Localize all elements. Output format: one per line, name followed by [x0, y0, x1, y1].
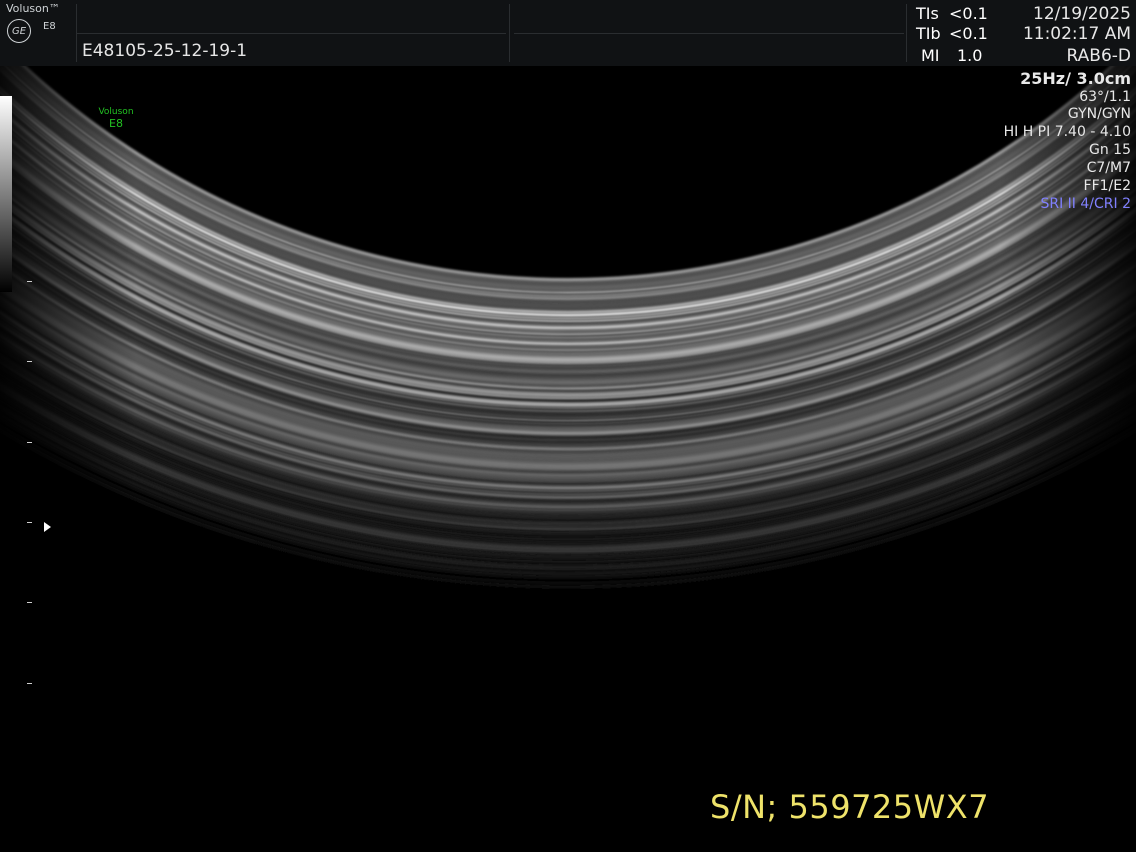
depth-tick — [27, 521, 32, 523]
brand-name: Voluson™ — [6, 2, 60, 15]
depth-tick — [27, 441, 32, 443]
watermark-model: E8 — [109, 117, 123, 130]
ge-logo-icon: GE — [7, 19, 31, 43]
index-value-tis: <0.1 — [949, 4, 988, 23]
index-label-mi: MI — [921, 46, 940, 65]
index-value-tib: <0.1 — [949, 24, 988, 43]
index-value-mi: 1.0 — [957, 46, 983, 65]
index-label-tis: TIs — [916, 4, 939, 23]
param-sri: SRI II 4/CRI 2 — [1040, 196, 1131, 212]
param-gain: Gn 15 — [1089, 142, 1131, 158]
param-cm: C7/M7 — [1086, 160, 1131, 176]
header-divider — [76, 4, 77, 62]
header-divider — [76, 33, 506, 34]
param-frame-depth: 25Hz/ 3.0cm — [1020, 69, 1131, 88]
depth-tick — [27, 281, 32, 282]
header-divider — [906, 4, 907, 62]
exam-date: 12/19/2025 — [1033, 4, 1131, 24]
serial-number: S/N; 559725WX7 — [710, 788, 990, 826]
model-label: E8 — [43, 21, 56, 32]
param-angle: 63°/1.1 — [1079, 89, 1131, 105]
depth-tick — [27, 361, 32, 363]
header-divider — [514, 33, 904, 34]
edge-shadow — [0, 66, 1136, 852]
ultrasound-image[interactable] — [0, 66, 1136, 852]
param-harmonic: HI H PI 7.40 - 4.10 — [1003, 124, 1131, 140]
exam-time: 11:02:17 AM — [1022, 24, 1131, 44]
header-divider — [509, 4, 510, 62]
header-bar: Voluson™ GE E8 E48105-25-12-19-1 TIs <0.… — [0, 0, 1136, 66]
voluson-watermark: Voluson E8 — [98, 106, 134, 130]
index-label-tib: TIb — [916, 24, 941, 43]
focus-marker-icon[interactable] — [44, 522, 51, 532]
param-preset: GYN/GYN — [1067, 106, 1131, 122]
grayscale-bar — [0, 96, 12, 292]
depth-tick — [27, 602, 32, 604]
patient-id[interactable]: E48105-25-12-19-1 — [82, 41, 247, 61]
param-ff: FF1/E2 — [1083, 178, 1131, 194]
probe-name: RAB6-D — [1066, 46, 1131, 66]
depth-tick — [27, 682, 32, 684]
